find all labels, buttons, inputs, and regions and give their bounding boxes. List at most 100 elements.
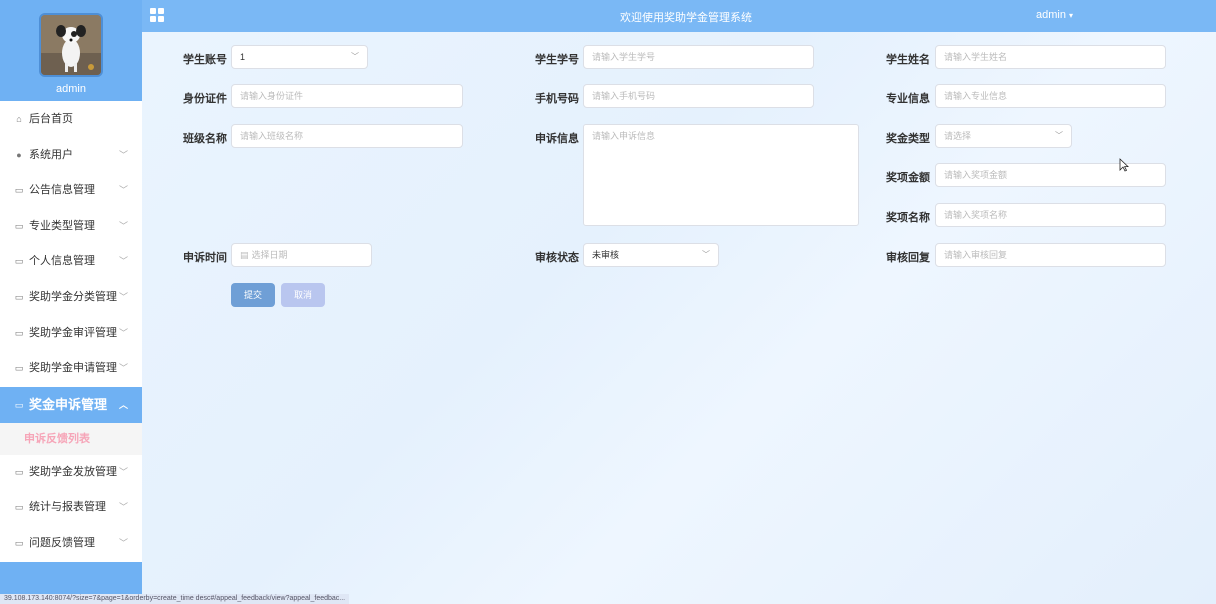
- menu-grid-icon[interactable]: [150, 8, 164, 22]
- sidebar-item-appeal[interactable]: ▭ 奖金申诉管理 ︿: [0, 386, 142, 423]
- chevron-down-icon: ﹀: [1055, 131, 1063, 140]
- sidebar-item-scholarship-review[interactable]: ▭ 奖助学金审评管理 ﹀: [0, 316, 142, 352]
- sidebar-item-scholarship-application[interactable]: ▭ 奖助学金申请管理 ﹀: [0, 351, 142, 387]
- review-status-value: 未审核: [592, 250, 620, 260]
- chevron-up-icon: ︿: [118, 399, 128, 410]
- review-reply-input[interactable]: 请输入审核回复: [935, 243, 1166, 267]
- student-account-value: 1: [240, 52, 246, 62]
- sidebar-item-label: 奖助学金发放管理: [29, 465, 117, 478]
- user-name: admin: [1036, 9, 1066, 21]
- profile-name: admin: [56, 83, 86, 95]
- folder-icon: ▭: [14, 291, 24, 302]
- system-title: 欢迎使用奖助学金管理系统: [620, 12, 752, 24]
- label-appeal-info: 申诉信息: [535, 133, 579, 145]
- chevron-down-icon: ﹀: [118, 149, 128, 160]
- review-status-select[interactable]: 未审核 ﹀: [583, 243, 719, 267]
- class-name-input[interactable]: 请输入班级名称: [231, 124, 463, 148]
- label-award-amount: 奖项金额: [886, 172, 930, 184]
- chevron-down-icon: ﹀: [118, 327, 128, 338]
- chevron-down-icon: ﹀: [702, 250, 710, 259]
- main-content: 学生账号 1 ﹀ 学生学号 请输入学生学号 学生姓名 请输入学生姓名 身份证件 …: [142, 32, 1216, 604]
- label-class-name: 班级名称: [183, 133, 227, 145]
- label-major: 专业信息: [886, 93, 930, 105]
- chevron-down-icon: ﹀: [118, 220, 128, 231]
- chevron-down-icon: ﹀: [118, 363, 128, 374]
- label-review-status: 审核状态: [535, 252, 579, 264]
- profile-panel: admin: [0, 0, 142, 101]
- caret-down-icon: ▾: [1068, 11, 1073, 20]
- chevron-down-icon: ﹀: [118, 537, 128, 548]
- submenu-appeal-feedback-list[interactable]: 申诉反馈列表: [0, 422, 142, 455]
- chevron-down-icon: ﹀: [118, 502, 128, 513]
- label-student-name: 学生姓名: [886, 54, 930, 66]
- sidebar-item-scholarship-payout[interactable]: ▭ 奖助学金发放管理 ﹀: [0, 455, 142, 491]
- sidebar-item-feedback[interactable]: ▭ 问题反馈管理 ﹀: [0, 526, 142, 562]
- folder-icon: ▭: [14, 185, 24, 196]
- chevron-down-icon: ﹀: [118, 291, 128, 302]
- label-appeal-time: 申诉时间: [183, 252, 227, 264]
- chevron-down-icon: ﹀: [118, 466, 128, 477]
- sidebar-item-personal-info[interactable]: ▭ 个人信息管理 ﹀: [0, 244, 142, 280]
- student-no-input[interactable]: 请输入学生学号: [583, 45, 814, 69]
- sidebar-item-label: 系统用户: [29, 148, 73, 161]
- sidebar-item-statistics[interactable]: ▭ 统计与报表管理 ﹀: [0, 490, 142, 526]
- sidebar-item-label: 奖助学金审评管理: [29, 326, 117, 339]
- chevron-down-icon: ﹀: [118, 256, 128, 267]
- home-icon: ⌂: [16, 114, 22, 124]
- appeal-time-datepicker[interactable]: ▤ 选择日期: [231, 243, 372, 267]
- sidebar-item-label: 个人信息管理: [29, 255, 95, 268]
- appeal-time-placeholder: 选择日期: [251, 250, 288, 260]
- folder-icon: ▭: [14, 327, 24, 338]
- submit-button[interactable]: 提交: [231, 283, 275, 307]
- phone-input[interactable]: 请输入手机号码: [583, 84, 814, 108]
- folder-icon: ▭: [14, 256, 24, 267]
- user-icon: ●: [16, 149, 22, 160]
- avatar[interactable]: [39, 13, 103, 77]
- top-bar: 欢迎使用奖助学金管理系统 admin ▾: [142, 0, 1216, 32]
- sidebar: admin ⌂ 后台首页 ● 系统用户 ﹀ ▭ 公告信息管理 ﹀ ▭ 专业类型管…: [0, 0, 142, 604]
- folder-icon: ▭: [14, 399, 24, 410]
- award-name-input[interactable]: 请输入奖项名称: [935, 203, 1166, 227]
- award-type-select[interactable]: 请选择 ﹀: [935, 124, 1072, 148]
- award-type-placeholder: 请选择: [944, 131, 972, 141]
- sidebar-item-label: 问题反馈管理: [29, 536, 95, 549]
- sidebar-item-label: 奖助学金申请管理: [29, 362, 117, 375]
- label-student-no: 学生学号: [535, 54, 579, 66]
- student-name-input[interactable]: 请输入学生姓名: [935, 45, 1166, 69]
- chevron-down-icon: ﹀: [118, 185, 128, 196]
- student-account-select[interactable]: 1 ﹀: [231, 45, 368, 69]
- sidebar-item-label: 统计与报表管理: [29, 501, 106, 514]
- folder-icon: ▭: [14, 363, 24, 374]
- sidebar-item-label: 奖助学金分类管理: [29, 290, 117, 303]
- user-dropdown[interactable]: admin ▾: [1036, 9, 1073, 21]
- sidebar-item-label: 公告信息管理: [29, 184, 95, 197]
- sidebar-item-major-type[interactable]: ▭ 专业类型管理 ﹀: [0, 209, 142, 245]
- label-phone: 手机号码: [535, 93, 579, 105]
- folder-icon: ▭: [14, 220, 24, 231]
- sidebar-item-system-users[interactable]: ● 系统用户 ﹀: [0, 138, 142, 174]
- label-award-name: 奖项名称: [886, 212, 930, 224]
- sidebar-menu: ⌂ 后台首页 ● 系统用户 ﹀ ▭ 公告信息管理 ﹀ ▭ 专业类型管理 ﹀ ▭ …: [0, 102, 142, 562]
- label-review-reply: 审核回复: [886, 252, 930, 264]
- folder-icon: ▭: [14, 502, 24, 513]
- sidebar-item-label: 专业类型管理: [29, 219, 95, 232]
- sidebar-item-label: 奖金申诉管理: [29, 396, 108, 412]
- calendar-icon: ▤: [240, 250, 249, 260]
- label-id-card: 身份证件: [183, 93, 227, 105]
- cancel-button[interactable]: 取消: [281, 283, 325, 307]
- id-card-input[interactable]: 请输入身份证件: [231, 84, 463, 108]
- sidebar-item-home[interactable]: ⌂ 后台首页: [0, 102, 142, 138]
- sidebar-item-scholarship-category[interactable]: ▭ 奖助学金分类管理 ﹀: [0, 280, 142, 316]
- appeal-info-textarea[interactable]: 请输入申诉信息: [583, 124, 859, 226]
- award-amount-input[interactable]: 请输入奖项金额: [935, 163, 1166, 187]
- label-award-type: 奖金类型: [886, 133, 930, 145]
- major-input[interactable]: 请输入专业信息: [935, 84, 1166, 108]
- sidebar-item-notice[interactable]: ▭ 公告信息管理 ﹀: [0, 173, 142, 209]
- folder-icon: ▭: [14, 537, 24, 548]
- chevron-down-icon: ﹀: [351, 52, 359, 61]
- sidebar-item-label: 后台首页: [29, 113, 73, 125]
- folder-icon: ▭: [14, 466, 24, 477]
- mouse-cursor-icon: [1119, 158, 1129, 172]
- status-bar-url: 39.108.173.140:8074/?size=7&page=1&order…: [0, 594, 350, 604]
- label-student-account: 学生账号: [183, 54, 227, 66]
